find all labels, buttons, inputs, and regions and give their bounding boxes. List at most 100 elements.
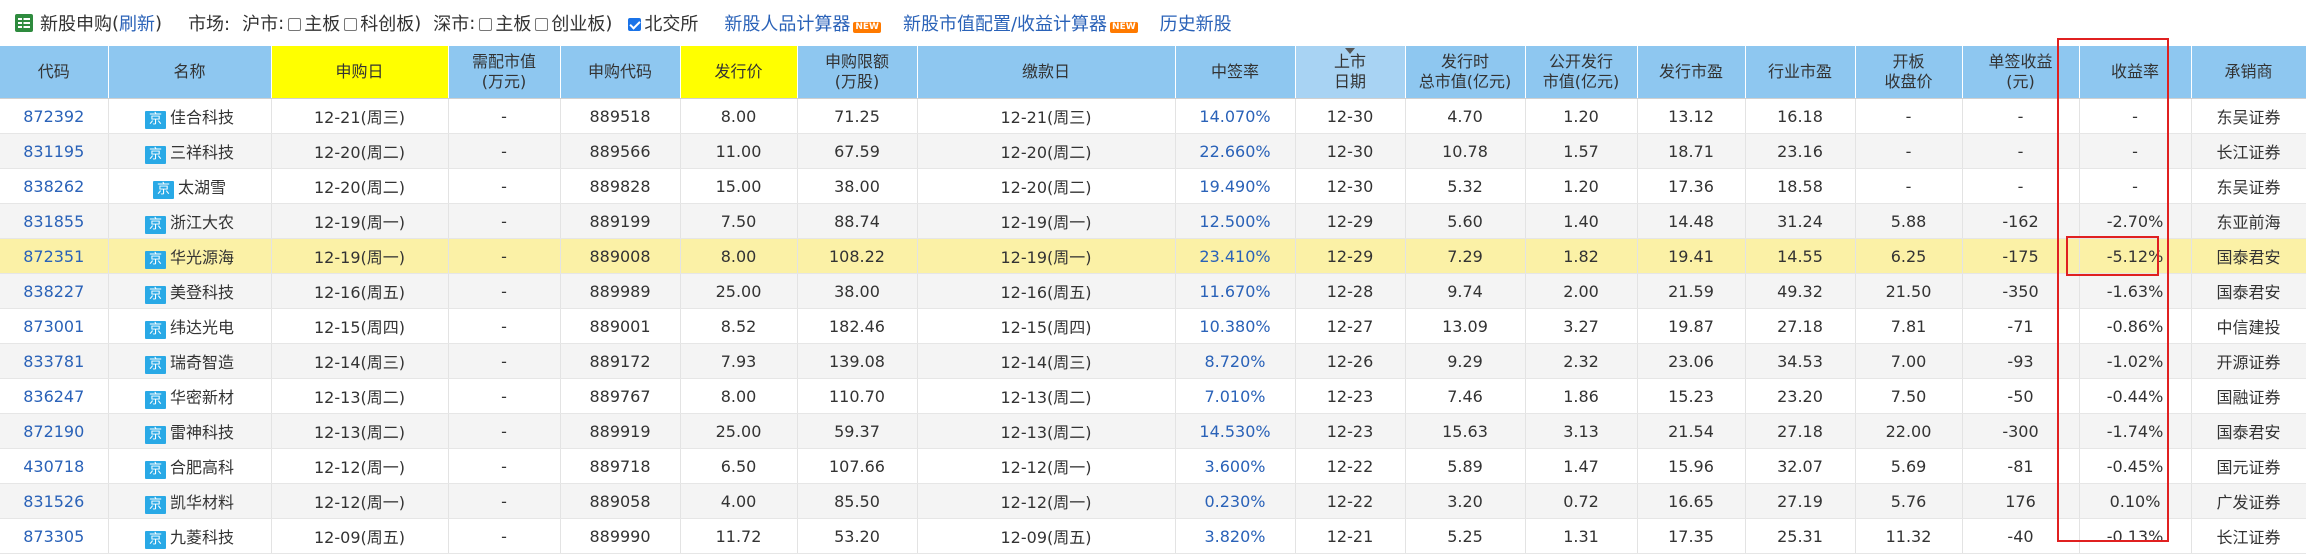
cell-pay-date: 12-15(周四) (917, 308, 1176, 344)
header-code[interactable]: 代码 (0, 46, 109, 99)
cell-price: 4.00 (680, 483, 798, 519)
sh-star-checkbox[interactable] (344, 17, 358, 31)
stock-code-link[interactable]: 430718 (23, 457, 84, 476)
stock-code-link[interactable]: 838227 (23, 282, 84, 301)
cell-ind-pe: 49.32 (1745, 273, 1856, 309)
stock-code-link[interactable]: 872190 (23, 422, 84, 441)
sz-main-checkbox[interactable] (479, 17, 493, 31)
cell-apply-code: 889767 (560, 378, 681, 414)
header-open-close[interactable]: 开板 收盘价 (1855, 46, 1963, 99)
stock-name: 合肥高科 (170, 457, 235, 477)
stock-code-link[interactable]: 838262 (23, 177, 84, 196)
table-row[interactable]: 833781 京瑞奇智造 12-14(周三) -889172 7.93 139.08 12-… (0, 343, 2306, 379)
cell-underwriter: 国泰君安 (2191, 413, 2306, 449)
stock-code-link[interactable]: 833781 (23, 352, 84, 371)
header-total-mv[interactable]: 发行时 总市值(亿元) (1405, 46, 1526, 99)
cell-pe: 23.06 (1637, 343, 1746, 379)
table-row[interactable]: 831195 京三祥科技 12-20(周二) -889566 11.00 67.59 12-… (0, 133, 2306, 169)
cell-pay-date: 12-13(周二) (917, 378, 1176, 414)
cell-public-mv: 1.86 (1525, 378, 1638, 414)
table-row[interactable]: 430718 京合肥高科 12-12(周一) -889718 6.50 107.66 12-… (0, 448, 2306, 484)
header-apply-code[interactable]: 申购代码 (560, 46, 681, 99)
cell-pay-date: 12-12(周一) (917, 483, 1176, 519)
cell-profit: -40 (1962, 518, 2080, 554)
cell-pay-date: 12-19(周一) (917, 238, 1176, 274)
table-row[interactable]: 872392 京佳合科技 12-21(周三) -889518 8.00 71.25 12-2… (0, 98, 2306, 134)
cell-apply-date: 12-15(周四) (271, 308, 449, 344)
header-rate[interactable]: 中签率 (1175, 46, 1296, 99)
stock-code-link[interactable]: 872392 (23, 107, 84, 126)
sh-main-checkbox[interactable] (288, 17, 302, 31)
cell-name: 京凯华材料 (108, 483, 272, 519)
cell-price: 11.00 (680, 133, 798, 169)
history-ipo-link[interactable]: 历史新股 (1160, 10, 1232, 36)
mv-calculator-link[interactable]: 新股市值配置/收益计算器 NEW (903, 10, 1138, 36)
cell-limit: 107.66 (797, 448, 918, 484)
header-industry-pe[interactable]: 行业市盈 (1745, 46, 1856, 99)
cell-profit: -350 (1962, 273, 2080, 309)
cell-underwriter: 国融证券 (2191, 378, 2306, 414)
table-row[interactable]: 873305 京九菱科技 12-09(周五) -889990 11.72 53.20 12-… (0, 518, 2306, 554)
header-pay-date[interactable]: 缴款日 (917, 46, 1176, 99)
header-public-mv[interactable]: 公开发行 市值(亿元) (1525, 46, 1638, 99)
cell-limit: 53.20 (797, 518, 918, 554)
new-badge: NEW (853, 22, 881, 33)
sz-gem-checkbox[interactable] (535, 17, 549, 31)
cell-underwriter: 广发证券 (2191, 483, 2306, 519)
cell-profit: -50 (1962, 378, 2080, 414)
cell-underwriter: 东吴证券 (2191, 98, 2306, 134)
stock-code-link[interactable]: 831526 (23, 492, 84, 511)
cell-profit: -81 (1962, 448, 2080, 484)
cell-profit: - (1962, 98, 2080, 134)
header-profit[interactable]: 单签收益 (元) (1962, 46, 2080, 99)
table-row[interactable]: 831526 京凯华材料 12-12(周一) -889058 4.00 85.50 12-1… (0, 483, 2306, 519)
header-underwriter[interactable]: 承销商 (2191, 46, 2306, 99)
cell-limit: 38.00 (797, 168, 918, 204)
table-row[interactable]: 873001 京纬达光电 12-15(周四) -889001 8.52 182.46 12-… (0, 308, 2306, 344)
header-list-date[interactable]: 上市 日期 (1295, 46, 1406, 99)
cell-rate: 14.530% (1175, 413, 1296, 449)
stock-code-link[interactable]: 831855 (23, 212, 84, 231)
header-mv-req[interactable]: 需配市值 (万元) (448, 46, 561, 99)
table-row[interactable]: 838262 京太湖雪 12-20(周二) -889828 15.00 38.00 12-2… (0, 168, 2306, 204)
header-price[interactable]: 发行价 (680, 46, 798, 99)
header-yield[interactable]: 收益率 (2079, 46, 2192, 99)
table-row[interactable]: 872190 京雷神科技 12-13(周二) -889919 25.00 59.37 12-… (0, 413, 2306, 449)
cell-open-close: 7.00 (1855, 343, 1963, 379)
cell-pay-date: 12-19(周一) (917, 203, 1176, 239)
bj-checkbox[interactable] (628, 17, 642, 31)
cell-public-mv: 1.20 (1525, 98, 1638, 134)
cell-pe: 17.36 (1637, 168, 1746, 204)
exchange-badge: 京 (144, 390, 166, 409)
cell-yield: - (2079, 168, 2192, 204)
header-name[interactable]: 名称 (108, 46, 272, 99)
cell-name: 京雷神科技 (108, 413, 272, 449)
table-row[interactable]: 831855 京浙江大农 12-19(周一) -889199 7.50 88.74 12-1… (0, 203, 2306, 239)
header-apply-date[interactable]: 申购日 (271, 46, 449, 99)
stock-code-link[interactable]: 873305 (23, 527, 84, 546)
stock-code-link[interactable]: 831195 (23, 142, 84, 161)
cell-apply-code: 889828 (560, 168, 681, 204)
stock-code-link[interactable]: 836247 (23, 387, 84, 406)
header-pe[interactable]: 发行市盈 (1637, 46, 1746, 99)
table-row[interactable]: 872351 京华光源海 12-19(周一) -889008 8.00 108.22 12-… (0, 238, 2306, 274)
cell-public-mv: 3.13 (1525, 413, 1638, 449)
cell-ind-pe: 34.53 (1745, 343, 1856, 379)
refresh-link[interactable]: 刷新 (119, 10, 155, 36)
cell-list-date: 12-21 (1295, 518, 1406, 554)
stock-name: 佳合科技 (170, 107, 235, 127)
cell-pe: 15.23 (1637, 378, 1746, 414)
stock-code-link[interactable]: 873001 (23, 317, 84, 336)
header-limit[interactable]: 申购限额 (万股) (797, 46, 918, 99)
ipo-luck-calculator-link[interactable]: 新股人品计算器 NEW (724, 10, 881, 36)
cell-total-mv: 4.70 (1405, 98, 1526, 134)
cell-pe: 13.12 (1637, 98, 1746, 134)
table-row[interactable]: 836247 京华密新材 12-13(周二) -889767 8.00 110.70 12-… (0, 378, 2306, 414)
sz-label: 深市 (433, 14, 470, 35)
cell-apply-date: 12-16(周五) (271, 273, 449, 309)
cell-pe: 19.41 (1637, 238, 1746, 274)
cell-code: 873001 (0, 308, 109, 344)
stock-code-link[interactable]: 872351 (23, 247, 84, 266)
table-row[interactable]: 838227 京美登科技 12-16(周五) -889989 25.00 38.00 12-… (0, 273, 2306, 309)
cell-yield: -1.63% (2079, 273, 2192, 309)
